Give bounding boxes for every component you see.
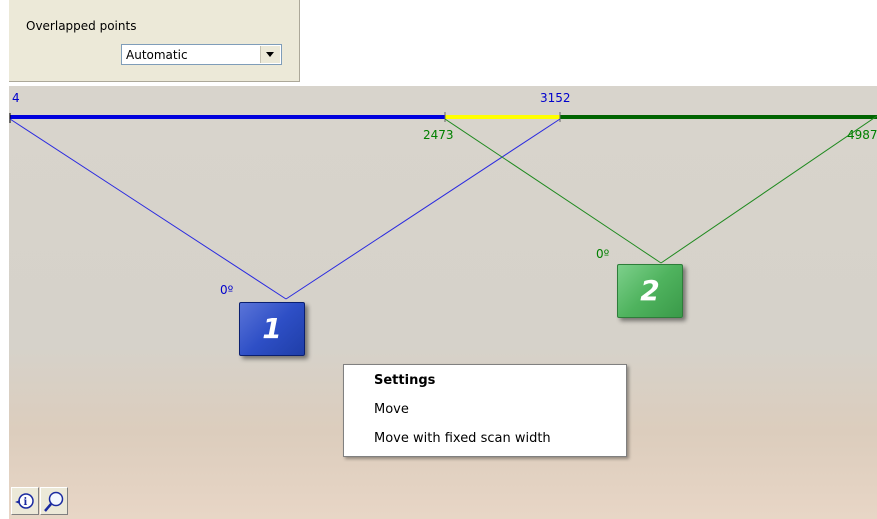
menu-item-settings[interactable]: Settings bbox=[374, 373, 435, 388]
green-start-label: 2473 bbox=[423, 128, 454, 142]
settings-panel: Overlapped points Automatic bbox=[9, 0, 300, 82]
magnifier-icon bbox=[44, 491, 64, 512]
green-beam-left bbox=[444, 118, 662, 264]
probe-context-menu: Settings Move Move with fixed scan width bbox=[343, 364, 627, 457]
probe-2-tile[interactable]: 2 bbox=[617, 264, 683, 318]
blue-end-label: 3152 bbox=[540, 91, 571, 105]
blue-start-label: 4 bbox=[12, 91, 20, 105]
blue-beam-left bbox=[9, 118, 287, 300]
menu-item-move[interactable]: Move bbox=[374, 402, 409, 417]
probe-1-tile[interactable]: 1 bbox=[239, 302, 305, 356]
chevron-down-icon bbox=[266, 52, 274, 57]
probe-1-angle: 0º bbox=[220, 283, 234, 297]
menu-item-move-fixed-width[interactable]: Move with fixed scan width bbox=[374, 431, 551, 446]
svg-text:i: i bbox=[24, 497, 28, 508]
left-margin bbox=[0, 0, 9, 519]
blue-beam-right bbox=[285, 118, 561, 300]
green-end-label: 4987 bbox=[847, 128, 877, 142]
green-beam-right bbox=[660, 115, 877, 264]
probe-2-angle: 0º bbox=[596, 247, 610, 261]
info-button[interactable]: i bbox=[11, 487, 39, 515]
overlapped-points-label: Overlapped points bbox=[26, 19, 137, 33]
zoom-button[interactable] bbox=[40, 487, 68, 515]
overlapped-points-select[interactable]: Automatic bbox=[121, 44, 282, 65]
overlapped-points-value: Automatic bbox=[126, 48, 188, 62]
dropdown-button[interactable] bbox=[260, 46, 280, 63]
info-pointer-icon: i bbox=[15, 493, 34, 509]
